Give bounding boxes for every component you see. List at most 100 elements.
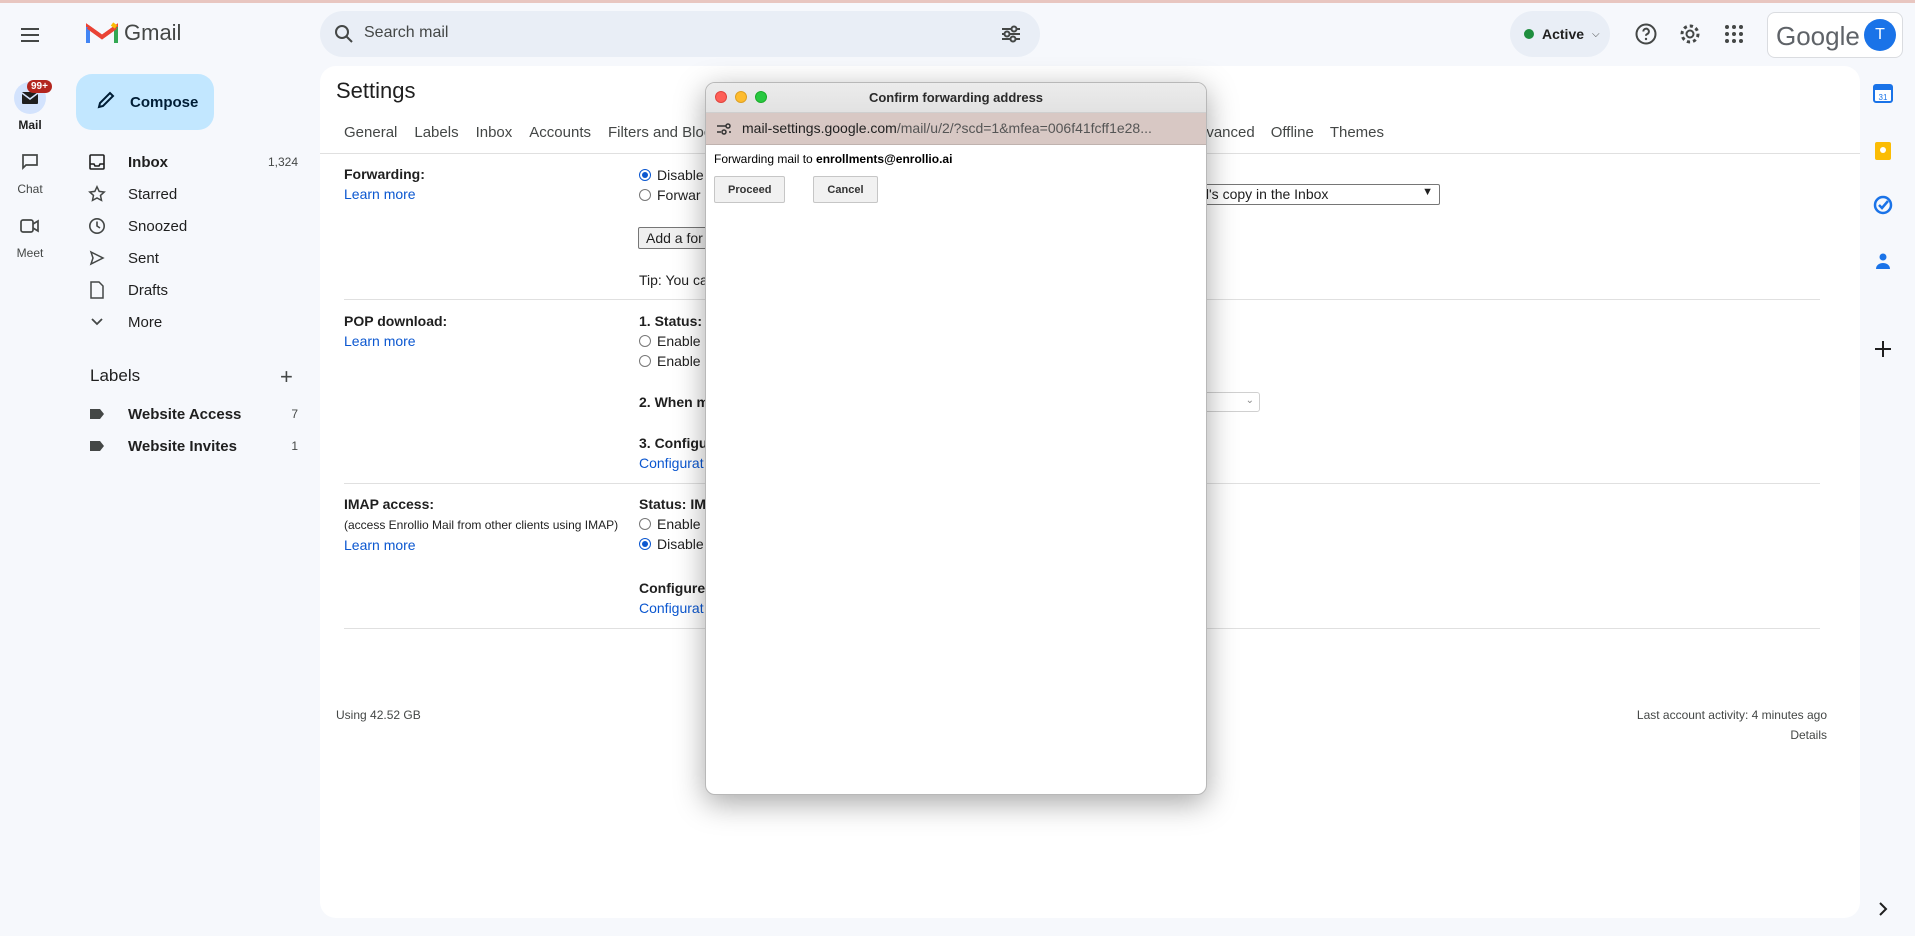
add-addon-icon[interactable] <box>1872 338 1902 362</box>
radio-selected[interactable] <box>639 169 651 182</box>
pop-enable-all-option[interactable]: Enable <box>639 333 701 349</box>
tab-labels[interactable]: Labels <box>414 124 458 141</box>
rail-label: Chat <box>17 182 43 196</box>
tab-offline[interactable]: Offline <box>1271 124 1314 141</box>
label-item-website-access[interactable]: Website Access 7 <box>88 398 298 430</box>
tab-general[interactable]: General <box>344 124 397 141</box>
settings-gear-icon[interactable] <box>1678 22 1702 46</box>
label-item-website-invites[interactable]: Website Invites 1 <box>88 430 298 462</box>
imap-status: Status: IM <box>639 496 706 512</box>
rail-meet[interactable]: Meet <box>0 210 60 260</box>
dialog-url: mail-settings.google.com/mail/u/2/?scd=1… <box>742 120 1152 136</box>
send-icon <box>88 250 106 266</box>
select-value: ail's copy in the Inbox <box>1195 186 1329 202</box>
imap-enable-option[interactable]: Enable <box>639 516 701 532</box>
status-button[interactable]: Active ⌵ <box>1510 11 1610 57</box>
tasks-icon[interactable] <box>1872 194 1902 218</box>
account-switcher[interactable]: Google T <box>1767 12 1903 58</box>
window-top-border <box>0 0 1915 3</box>
forwarding-action-select[interactable]: ail's copy in the Inbox ▼ <box>1190 184 1440 205</box>
expand-panel-icon[interactable] <box>1872 898 1902 922</box>
main-menu-icon[interactable] <box>14 19 46 51</box>
unread-badge: 99+ <box>27 80 52 93</box>
status-label: Active <box>1542 26 1585 42</box>
nav-item-more[interactable]: More <box>88 306 298 338</box>
contacts-icon[interactable] <box>1872 250 1902 274</box>
label-name: Website Access <box>128 405 242 423</box>
gmail-logo[interactable]: Gmail <box>86 20 181 46</box>
rail-chat[interactable]: Chat <box>0 146 60 196</box>
chat-icon <box>14 146 46 178</box>
nav-item-drafts[interactable]: Drafts <box>88 274 298 306</box>
tab-inbox[interactable]: Inbox <box>476 124 513 141</box>
pop-action-select[interactable]: ⌄ <box>1200 392 1260 412</box>
apps-grid-icon[interactable] <box>1722 22 1746 46</box>
forwarding-message: Forwarding mail to enrollments@enrollio.… <box>714 152 1198 166</box>
label-tag-icon <box>88 440 106 452</box>
imap-heading: IMAP access: <box>344 496 435 512</box>
proceed-button[interactable]: Proceed <box>714 176 786 203</box>
tab-themes[interactable]: Themes <box>1330 124 1384 141</box>
nav-label: Inbox <box>128 153 168 171</box>
avatar[interactable]: T <box>1864 19 1896 51</box>
video-icon <box>14 210 46 242</box>
search-icon[interactable] <box>334 24 354 47</box>
radio[interactable] <box>639 518 651 531</box>
nav-item-inbox[interactable]: Inbox 1,324 <box>88 146 298 178</box>
site-settings-icon[interactable] <box>716 122 732 139</box>
chevron-down-icon: ▼ <box>1422 186 1433 198</box>
radio[interactable] <box>639 189 651 202</box>
forwarding-learn-more-link[interactable]: Learn more <box>344 186 416 202</box>
dialog-titlebar: Confirm forwarding address <box>706 83 1206 113</box>
label-name: Website Invites <box>128 437 237 455</box>
nav-count: 1,324 <box>267 155 298 169</box>
pop-configuration-link[interactable]: Configurat <box>639 455 704 471</box>
gmail-m-icon <box>86 22 118 43</box>
pop-learn-more-link[interactable]: Learn more <box>344 333 416 349</box>
compose-button[interactable]: Compose <box>76 74 214 130</box>
nav-item-starred[interactable]: Starred <box>88 178 298 210</box>
settings-tabs: General Labels Inbox Accounts Filters an… <box>344 124 719 141</box>
option-label: Enable <box>657 333 701 349</box>
active-dot-icon <box>1524 29 1534 39</box>
imap-configuration-link[interactable]: Configurat <box>639 600 704 616</box>
pop-enable-new-option[interactable]: Enable <box>639 353 701 369</box>
pop-heading: POP download: <box>344 313 448 329</box>
nav-item-snoozed[interactable]: Snoozed <box>88 210 298 242</box>
option-label: Disable <box>657 167 704 183</box>
add-label-icon[interactable]: + <box>280 364 293 390</box>
dialog-body: Forwarding mail to enrollments@enrollio.… <box>706 145 1206 210</box>
radio[interactable] <box>639 335 651 348</box>
imap-disable-option[interactable]: Disable <box>639 536 704 552</box>
compose-label: Compose <box>130 93 199 111</box>
forwarding-email: enrollments@enrollio.ai <box>816 152 953 166</box>
search-bar[interactable]: Search mail <box>320 11 1040 57</box>
option-label: Enable <box>657 516 701 532</box>
draft-icon <box>88 281 106 299</box>
url-path: /mail/u/2/?scd=1&mfea=006f41fcff1e28... <box>896 120 1152 136</box>
cancel-button[interactable]: Cancel <box>813 176 878 203</box>
search-options-icon[interactable] <box>1000 24 1022 47</box>
dialog-url-bar[interactable]: mail-settings.google.com/mail/u/2/?scd=1… <box>706 113 1206 145</box>
search-input[interactable]: Search mail <box>364 24 448 42</box>
radio[interactable] <box>639 355 651 368</box>
last-activity: Last account activity: 4 minutes ago <box>1636 708 1827 722</box>
radio-selected[interactable] <box>639 538 651 551</box>
nav-item-sent[interactable]: Sent <box>88 242 298 274</box>
url-host: mail-settings.google.com <box>742 120 897 136</box>
forwarding-enable-option[interactable]: Forwar <box>639 187 701 203</box>
calendar-icon[interactable]: 31 <box>1872 82 1902 106</box>
tab-filters[interactable]: Filters and Block <box>608 124 719 141</box>
details-link[interactable]: Details <box>1730 728 1827 742</box>
pencil-icon <box>96 90 116 114</box>
forwarding-disable-option[interactable]: Disable <box>639 167 704 183</box>
labels-heading: Labels <box>90 366 141 385</box>
help-icon[interactable] <box>1634 22 1658 46</box>
tab-accounts[interactable]: Accounts <box>529 124 591 141</box>
forwarding-tip: Tip: You ca <box>639 272 708 288</box>
rail-label: Mail <box>18 118 42 132</box>
keep-icon[interactable] <box>1872 140 1902 164</box>
svg-text:31: 31 <box>1879 93 1888 102</box>
pop-status: 1. Status: <box>639 313 703 329</box>
imap-learn-more-link[interactable]: Learn more <box>344 537 416 553</box>
